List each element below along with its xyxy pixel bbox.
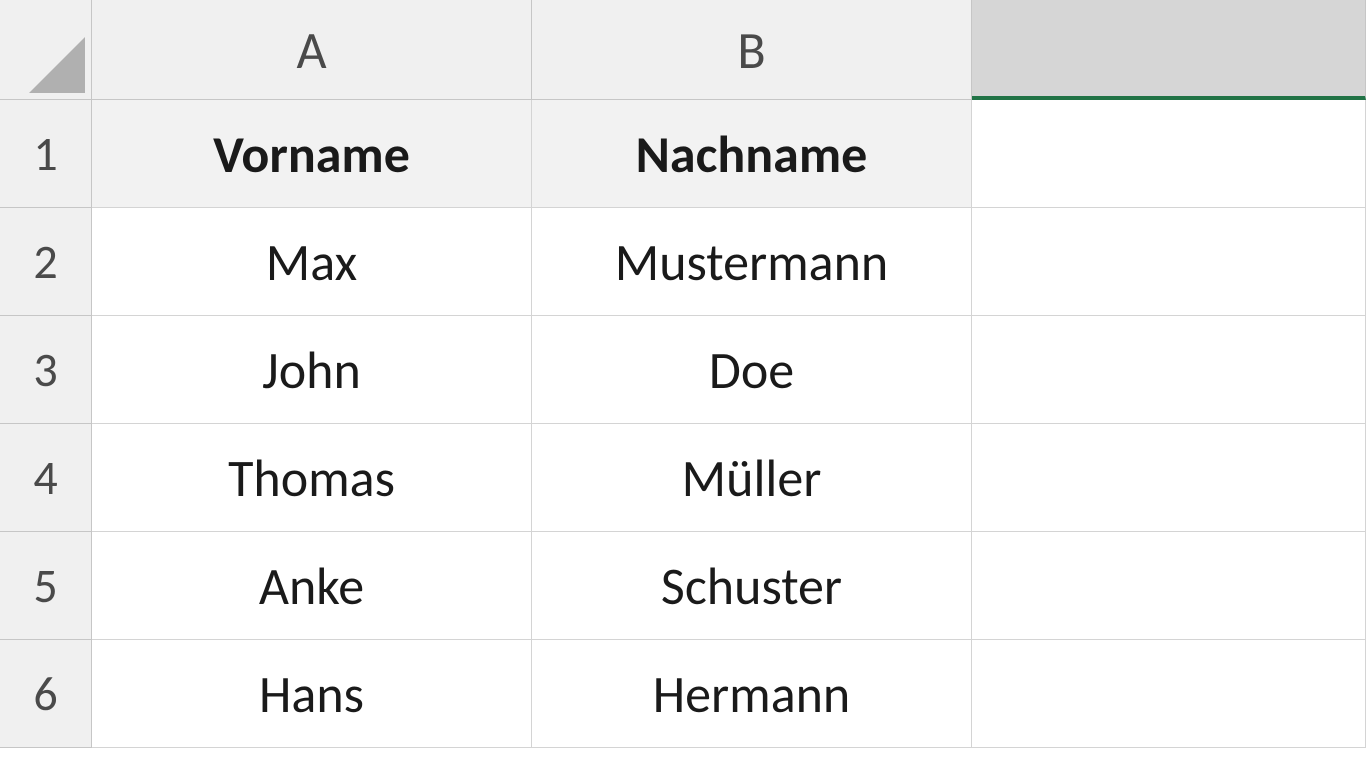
row-header-6[interactable]: 6 <box>0 640 92 748</box>
cell-C4[interactable] <box>972 424 1366 532</box>
cell-A1[interactable]: Vorname <box>92 100 532 208</box>
cell-A5[interactable]: Anke <box>92 532 532 640</box>
column-header-A[interactable]: A <box>92 0 532 100</box>
row-header-1[interactable]: 1 <box>0 100 92 208</box>
cell-A3[interactable]: John <box>92 316 532 424</box>
select-all-corner[interactable] <box>0 0 92 100</box>
cell-B5[interactable]: Schuster <box>532 532 972 640</box>
cell-B1[interactable]: Nachname <box>532 100 972 208</box>
cell-A6[interactable]: Hans <box>92 640 532 748</box>
row-header-4[interactable]: 4 <box>0 424 92 532</box>
select-all-triangle-icon <box>29 37 85 93</box>
row-header-2[interactable]: 2 <box>0 208 92 316</box>
row-header-5[interactable]: 5 <box>0 532 92 640</box>
cell-C2[interactable] <box>972 208 1366 316</box>
cell-C3[interactable] <box>972 316 1366 424</box>
column-header-B[interactable]: B <box>532 0 972 100</box>
row-header-3[interactable]: 3 <box>0 316 92 424</box>
cell-B3[interactable]: Doe <box>532 316 972 424</box>
cell-A2[interactable]: Max <box>92 208 532 316</box>
cell-C6[interactable] <box>972 640 1366 748</box>
cell-B2[interactable]: Mustermann <box>532 208 972 316</box>
column-header-C[interactable] <box>972 0 1366 100</box>
cell-C5[interactable] <box>972 532 1366 640</box>
cell-C1[interactable] <box>972 100 1366 208</box>
cell-A4[interactable]: Thomas <box>92 424 532 532</box>
cell-B6[interactable]: Hermann <box>532 640 972 748</box>
spreadsheet-grid: A B 1 Vorname Nachname 2 Max Mustermann … <box>0 0 1366 768</box>
cell-B4[interactable]: Müller <box>532 424 972 532</box>
